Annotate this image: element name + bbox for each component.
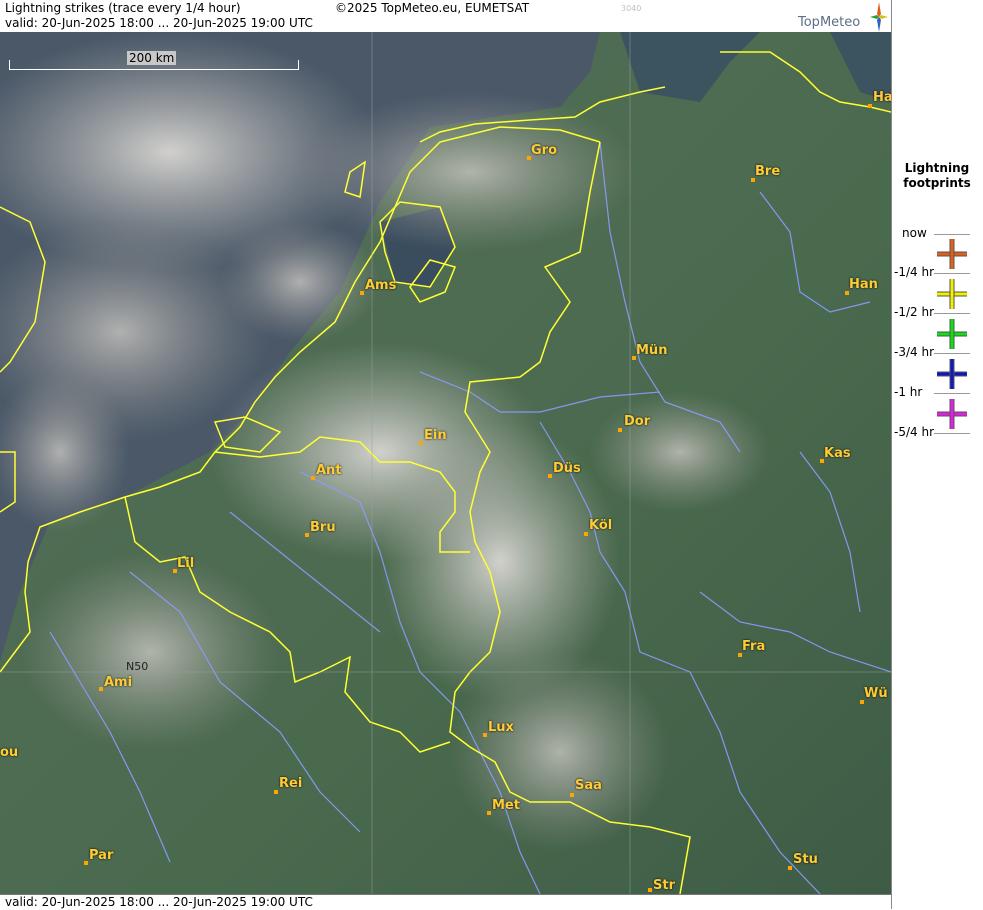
logo-text: TopMeteo — [798, 15, 861, 30]
city-label-han: Han — [849, 277, 878, 292]
valid-time: valid: 20-Jun-2025 18:00 ... 20-Jun-2025… — [5, 16, 313, 30]
scale-label: 200 km — [127, 51, 177, 65]
city-label-lil: Lil — [177, 556, 195, 571]
map-footer: valid: 20-Jun-2025 18:00 ... 20-Jun-2025… — [0, 894, 891, 910]
cross-icon-quarter — [937, 279, 967, 309]
city-label-gro: Gro — [531, 143, 558, 158]
city-marker — [788, 866, 792, 870]
city-label-bre: Bre — [755, 164, 781, 179]
city-marker — [305, 533, 309, 537]
city-marker — [84, 861, 88, 865]
city-marker — [99, 687, 103, 691]
city-label-kas: Kas — [824, 446, 851, 461]
legend-label-threequarter: -3/4 hr — [894, 345, 934, 359]
copyright: ©2025 TopMeteo.eu, EUMETSAT — [335, 1, 530, 15]
legend-label-quarter: -1/4 hr — [894, 265, 934, 279]
city-label-ant: Ant — [316, 463, 342, 478]
city-label-dus: Düs — [553, 461, 581, 476]
cross-icon-threequarter — [937, 359, 967, 389]
legend-title: Lightning footprints — [892, 161, 982, 191]
city-label-rei: Rei — [279, 776, 303, 791]
city-label-lux: Lux — [488, 720, 514, 735]
city-label-ein: Ein — [424, 428, 447, 443]
city-marker — [584, 532, 588, 536]
legend-label-now: now — [902, 226, 927, 240]
latitude-label: N50 — [126, 660, 149, 673]
city-label-ami: Ami — [104, 675, 133, 690]
legend-title-line2: footprints — [903, 176, 971, 190]
cross-icon-now — [937, 239, 967, 269]
city-label-wur: Wü — [864, 686, 888, 701]
city-label-bru: Bru — [310, 520, 336, 535]
city-marker — [360, 291, 364, 295]
city-marker — [274, 790, 278, 794]
cross-icon-half — [937, 319, 967, 349]
city-marker — [648, 888, 652, 892]
map-header: Lightning strikes (trace every 1/4 hour)… — [0, 0, 891, 32]
image-code: 3040 — [621, 4, 642, 13]
legend-divider — [934, 234, 970, 235]
cross-icon-hour — [937, 399, 967, 429]
legend-label-half: -1/2 hr — [894, 305, 934, 319]
city-label-ham: Ha — [873, 90, 891, 105]
city-marker — [868, 104, 872, 108]
city-label-ams: Ams — [365, 278, 397, 293]
city-label-par: Par — [89, 848, 114, 863]
city-marker — [311, 476, 315, 480]
satellite-map[interactable]: 200 km N50 Gro Ha Bre Ams Han Mün Ein Do… — [0, 32, 891, 894]
city-label-fra: Fra — [742, 639, 766, 654]
city-label-kol: Köl — [589, 518, 613, 533]
city-label-rou: ou — [0, 745, 19, 760]
topmeteo-logo[interactable]: TopMeteo — [798, 2, 888, 32]
map-background — [0, 32, 891, 894]
city-label-met: Met — [492, 798, 520, 813]
city-marker — [548, 474, 552, 478]
city-marker — [618, 428, 622, 432]
city-marker — [483, 733, 487, 737]
city-label-str: Str — [653, 878, 675, 893]
city-label-mun: Mün — [636, 343, 668, 358]
legend-title-line1: Lightning — [904, 161, 970, 175]
legend-label-hour: -1 hr — [894, 385, 923, 399]
legend-panel: Lightning footprints now -1/4 hr -1/2 hr… — [891, 0, 983, 909]
city-marker — [570, 793, 574, 797]
legend-label-fivequarter: -5/4 hr — [894, 425, 934, 439]
compass-star-icon — [870, 2, 888, 32]
legend-crosses — [937, 239, 967, 429]
city-marker — [487, 811, 491, 815]
city-marker — [419, 441, 423, 445]
footer-valid-time: valid: 20-Jun-2025 18:00 ... 20-Jun-2025… — [5, 895, 313, 909]
city-label-dor: Dor — [624, 414, 651, 429]
city-label-stu: Stu — [793, 852, 818, 867]
map-title: Lightning strikes (trace every 1/4 hour) — [5, 1, 241, 15]
city-label-saa: Saa — [575, 778, 602, 793]
